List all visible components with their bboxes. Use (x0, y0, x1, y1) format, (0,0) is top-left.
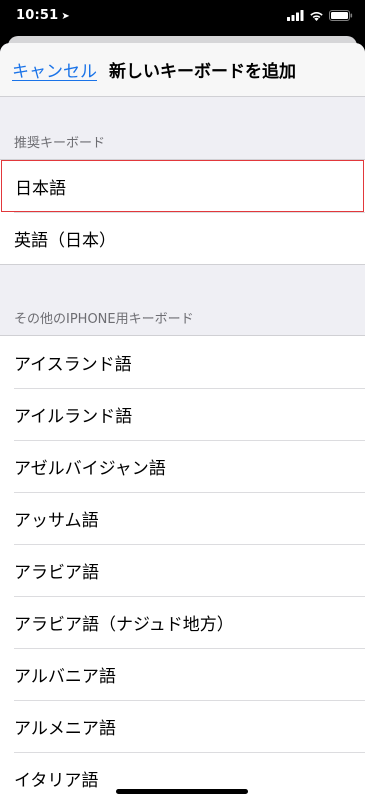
keyboard-row[interactable]: アルバニア語 (0, 648, 365, 700)
status-icons (287, 10, 353, 21)
page-title: 新しいキーボードを追加 (109, 62, 296, 82)
other-keyboard-list: アイスランド語 アイルランド語 アゼルバイジャン語 アッサム語 アラビア語 アラ… (0, 335, 365, 800)
home-indicator[interactable] (116, 789, 248, 794)
cellular-signal-icon (287, 10, 304, 21)
keyboard-row[interactable]: アイスランド語 (0, 336, 365, 388)
cancel-button[interactable]: キャンセル (12, 57, 97, 82)
recommended-keyboard-list: 日本語 英語（日本） (0, 159, 365, 265)
keyboard-row[interactable]: アッサム語 (0, 492, 365, 544)
location-arrow-icon: ➤ (61, 11, 70, 22)
status-time-text: 10:51 (16, 8, 59, 23)
keyboard-row-english-japan[interactable]: 英語（日本） (0, 212, 365, 264)
add-keyboard-sheet: キャンセル 新しいキーボードを追加 推奨キーボード 日本語 英語（日本） その他… (0, 43, 365, 800)
battery-icon (329, 10, 353, 21)
wifi-icon (310, 12, 323, 21)
section-header-recommended: 推奨キーボード (14, 136, 106, 151)
navigation-bar: キャンセル 新しいキーボードを追加 (0, 43, 365, 97)
status-time: 10:51 ➤ (16, 8, 70, 23)
status-bar: 10:51 ➤ (0, 0, 365, 36)
keyboard-row[interactable]: アラビア語（ナジュド地方） (0, 596, 365, 648)
section-header-other: その他のIPHONE用キーボード (14, 312, 194, 327)
keyboard-row[interactable]: アイルランド語 (0, 388, 365, 440)
keyboard-row[interactable]: アラビア語 (0, 544, 365, 596)
keyboard-row[interactable]: アルメニア語 (0, 700, 365, 752)
keyboard-row[interactable]: アゼルバイジャン語 (0, 440, 365, 492)
keyboard-row-japanese[interactable]: 日本語 (1, 160, 364, 212)
